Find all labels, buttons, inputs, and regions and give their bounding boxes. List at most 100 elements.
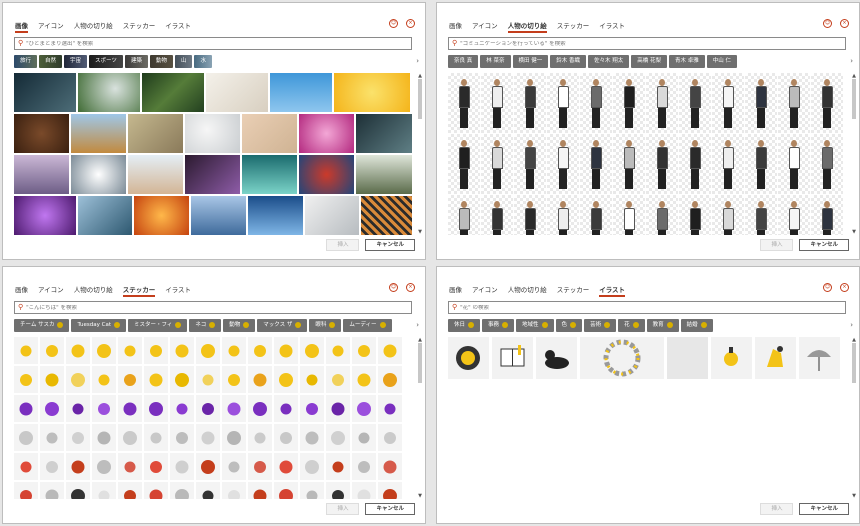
scrollbar[interactable]: ▲ ▼ xyxy=(851,337,857,499)
sticker-thumbnail[interactable] xyxy=(248,337,272,364)
sticker-thumbnail[interactable] xyxy=(170,424,194,451)
sticker-thumbnail[interactable] xyxy=(92,482,116,499)
feedback-icon[interactable]: ☺ xyxy=(389,19,398,28)
feedback-icon[interactable]: ☺ xyxy=(389,283,398,292)
sticker-thumbnail[interactable] xyxy=(378,453,402,480)
close-icon[interactable]: × xyxy=(840,283,849,292)
sticker-thumbnail[interactable] xyxy=(300,337,324,364)
sticker-thumbnail[interactable] xyxy=(378,337,402,364)
person-cutout-thumbnail[interactable] xyxy=(646,73,678,133)
search-input[interactable] xyxy=(460,40,831,47)
person-cutout-thumbnail[interactable] xyxy=(646,195,678,235)
sticker-thumbnail[interactable] xyxy=(222,395,246,422)
chip-illustration-category[interactable]: 事務 xyxy=(482,319,515,332)
image-thumbnail[interactable] xyxy=(134,196,190,235)
scroll-down-icon[interactable]: ▼ xyxy=(417,229,423,235)
sticker-thumbnail[interactable] xyxy=(66,337,90,364)
feedback-icon[interactable]: ☺ xyxy=(823,19,832,28)
chevron-right-icon[interactable]: › xyxy=(416,57,419,65)
person-cutout-thumbnail[interactable] xyxy=(613,134,645,194)
sticker-thumbnail[interactable] xyxy=(326,395,350,422)
insert-button[interactable]: 挿入 xyxy=(326,239,360,251)
scroll-thumb[interactable] xyxy=(418,343,422,383)
chip-nature[interactable]: 自然 xyxy=(39,55,63,68)
sticker-thumbnail[interactable] xyxy=(40,424,64,451)
sticker-thumbnail[interactable] xyxy=(40,482,64,499)
image-thumbnail[interactable] xyxy=(242,114,297,153)
person-cutout-thumbnail[interactable] xyxy=(712,195,744,235)
sticker-thumbnail[interactable] xyxy=(248,482,272,499)
sticker-thumbnail[interactable] xyxy=(326,337,350,364)
person-cutout-thumbnail[interactable] xyxy=(745,134,777,194)
chevron-right-icon[interactable]: › xyxy=(416,321,419,329)
tab-illustrations[interactable]: イラスト xyxy=(599,17,625,33)
chip-sticker-set[interactable]: ネコ xyxy=(189,319,222,332)
chip-travel[interactable]: 旅行 xyxy=(14,55,38,68)
chip-model[interactable]: 横田 健一 xyxy=(512,55,549,68)
sticker-thumbnail[interactable] xyxy=(40,366,64,393)
image-thumbnail[interactable] xyxy=(356,114,412,153)
sticker-thumbnail[interactable] xyxy=(144,395,168,422)
cancel-button[interactable]: キャンセル xyxy=(799,503,849,515)
sticker-thumbnail[interactable] xyxy=(66,395,90,422)
sticker-thumbnail[interactable] xyxy=(144,366,168,393)
sticker-thumbnail[interactable] xyxy=(274,366,298,393)
person-cutout-thumbnail[interactable] xyxy=(712,134,744,194)
sticker-thumbnail[interactable] xyxy=(118,482,142,499)
chip-sports[interactable]: スポーツ xyxy=(89,55,123,68)
sticker-thumbnail[interactable] xyxy=(300,424,324,451)
illustration-thumbnail[interactable] xyxy=(667,337,708,379)
chevron-right-icon[interactable]: › xyxy=(850,321,853,329)
image-thumbnail[interactable] xyxy=(128,114,183,153)
image-thumbnail[interactable] xyxy=(206,73,268,112)
person-cutout-thumbnail[interactable] xyxy=(514,134,546,194)
chip-space[interactable]: 宇宙 xyxy=(64,55,88,68)
illustration-thumbnail[interactable] xyxy=(799,337,840,379)
person-cutout-thumbnail[interactable] xyxy=(778,73,810,133)
sticker-thumbnail[interactable] xyxy=(352,453,376,480)
chip-sticker-set[interactable]: チーム サスカ xyxy=(14,319,70,332)
image-thumbnail[interactable] xyxy=(247,196,303,235)
sticker-thumbnail[interactable] xyxy=(66,482,90,499)
chip-model[interactable]: 林 菜奈 xyxy=(480,55,511,68)
sticker-thumbnail[interactable] xyxy=(40,453,64,480)
person-cutout-thumbnail[interactable] xyxy=(679,195,711,235)
sticker-thumbnail[interactable] xyxy=(274,482,298,499)
person-cutout-thumbnail[interactable] xyxy=(448,134,480,194)
tab-icons[interactable]: アイコン xyxy=(38,281,64,297)
cancel-button[interactable]: キャンセル xyxy=(365,239,415,251)
search-box[interactable]: ⚲ xyxy=(14,37,412,50)
sticker-thumbnail[interactable] xyxy=(378,424,402,451)
image-thumbnail[interactable] xyxy=(299,155,354,194)
tab-illustrations[interactable]: イラスト xyxy=(165,281,191,297)
sticker-thumbnail[interactable] xyxy=(378,482,402,499)
sticker-thumbnail[interactable] xyxy=(196,482,220,499)
illustration-thumbnail[interactable] xyxy=(580,337,664,379)
sticker-thumbnail[interactable] xyxy=(40,337,64,364)
person-cutout-thumbnail[interactable] xyxy=(613,195,645,235)
close-icon[interactable]: × xyxy=(406,19,415,28)
person-cutout-thumbnail[interactable] xyxy=(514,195,546,235)
search-input[interactable] xyxy=(460,304,831,311)
sticker-thumbnail[interactable] xyxy=(300,453,324,480)
sticker-thumbnail[interactable] xyxy=(352,395,376,422)
sticker-thumbnail[interactable] xyxy=(222,337,246,364)
tab-cutout-people[interactable]: 人物の切り絵 xyxy=(74,17,113,33)
sticker-thumbnail[interactable] xyxy=(92,453,116,480)
chevron-right-icon[interactable]: › xyxy=(850,57,853,65)
chip-illustration-category[interactable]: 休日 xyxy=(448,319,481,332)
tab-images[interactable]: 画像 xyxy=(449,281,462,297)
image-thumbnail[interactable] xyxy=(14,196,76,235)
tab-icons[interactable]: アイコン xyxy=(472,281,498,297)
image-thumbnail[interactable] xyxy=(71,114,126,153)
insert-button[interactable]: 挿入 xyxy=(760,239,794,251)
person-cutout-thumbnail[interactable] xyxy=(745,195,777,235)
scroll-thumb[interactable] xyxy=(852,79,856,119)
tab-illustrations[interactable]: イラスト xyxy=(599,281,626,297)
search-input[interactable] xyxy=(26,40,397,47)
insert-button[interactable]: 挿入 xyxy=(326,503,360,515)
sticker-thumbnail[interactable] xyxy=(196,366,220,393)
sticker-thumbnail[interactable] xyxy=(14,395,38,422)
scroll-thumb[interactable] xyxy=(418,79,422,119)
sticker-thumbnail[interactable] xyxy=(326,453,350,480)
